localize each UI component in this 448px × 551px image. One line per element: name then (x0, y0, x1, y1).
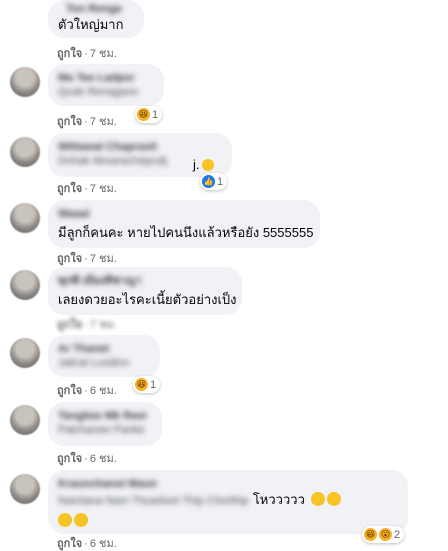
avatar[interactable] (10, 338, 40, 368)
comment-bubble: Kraunchanol Maun Namtana Nam Thuarbort T… (48, 470, 408, 534)
like-link[interactable]: ถูกใจ (57, 453, 82, 465)
comment-actions: ถูกใจ · 6 ชม. (57, 384, 117, 398)
comment-actions: ถูกใจ · 7 ชม. (57, 115, 117, 129)
emoji-icon (327, 492, 342, 506)
reaction-summary[interactable]: 👍 1 (200, 173, 228, 190)
timestamp[interactable]: 6 ชม. (90, 385, 117, 397)
avatar[interactable] (10, 203, 40, 233)
comment-actions: ถูกใจ · 6 ชม. (57, 452, 117, 466)
separator: · (84, 116, 88, 128)
comment-actions: ถูกใจ · 7 ชม. (57, 182, 117, 196)
separator: · (84, 319, 88, 331)
comment-text: Jakrat Lusdinn (58, 357, 130, 369)
comment-actions: ถูกใจ · 7 ชม. (57, 318, 117, 332)
timestamp[interactable]: 6 ชม. (90, 538, 117, 550)
reaction-count: 1 (217, 175, 224, 188)
timestamp[interactable]: 7 ชม. (90, 319, 117, 331)
wow-reaction-icon: 😮 (379, 528, 392, 541)
comment-bubble: พุกพี เมืองทิชาญา เลยงดวยอะไรคะเนี้ยตัวอ… (48, 267, 242, 315)
comment-text: ตัวใหญ่มาก (58, 17, 124, 32)
comment-bubble: Ma Tee Ladpor Quak Renagaoo (48, 64, 164, 106)
emoji-icon (311, 492, 326, 506)
emoji-icon (58, 513, 72, 527)
avatar[interactable] (10, 474, 40, 504)
separator: · (84, 453, 88, 465)
timestamp[interactable]: 7 ชม. (90, 253, 117, 265)
like-link[interactable]: ถูกใจ (57, 48, 82, 60)
commenter-name[interactable]: Waaal (58, 207, 308, 221)
reaction-summary[interactable]: 😆 1 (135, 106, 163, 123)
commenter-name[interactable]: Tangkee Mk Reer (58, 409, 150, 423)
commenter-name[interactable]: Ma Tee Ladpor (58, 71, 152, 85)
like-link[interactable]: ถูกใจ (57, 385, 82, 397)
comment-text: Patchanee Panke (58, 424, 145, 436)
haha-reaction-icon: 😆 (137, 108, 150, 121)
separator: · (84, 538, 88, 550)
like-link[interactable]: ถูกใจ (57, 538, 82, 550)
like-link[interactable]: ถูกใจ (57, 319, 82, 331)
comment-actions: ถูกใจ · 7 ชม. (57, 252, 117, 266)
separator: · (84, 48, 88, 60)
comment-bubble: Ton Renge ตัวใหญ่มาก (48, 0, 144, 38)
comment-text: Quak Renagaoo (58, 86, 139, 98)
commenter-name[interactable]: Kraunchanol Maun (58, 477, 396, 491)
comment-text: มีลูกก็คนคะ หายไปคนนึงแล้วหรือยัง 555555… (58, 225, 314, 240)
timestamp[interactable]: 7 ชม. (90, 183, 117, 195)
separator: · (84, 183, 88, 195)
commenter-name[interactable]: Wittawat Chaprasit (58, 140, 220, 154)
commenter-name[interactable]: Ar Thanet (58, 342, 148, 356)
avatar[interactable] (10, 405, 40, 435)
avatar[interactable] (10, 137, 40, 167)
timestamp[interactable]: 7 ชม. (90, 48, 117, 60)
inline-emoji-icon: j. (193, 157, 214, 172)
haha-reaction-icon: 😆 (135, 378, 148, 391)
comment-bubble: Waaal มีลูกก็คนคะ หายไปคนนึงแล้วหรือยัง … (48, 200, 320, 248)
like-link[interactable]: ถูกใจ (57, 253, 82, 265)
reaction-count: 1 (150, 378, 157, 391)
reaction-count: 2 (394, 528, 401, 541)
comment-actions: ถูกใจ · 6 ชม. (57, 537, 117, 551)
timestamp[interactable]: 6 ชม. (90, 453, 117, 465)
comment-text: โหววววว (252, 492, 305, 507)
commenter-name[interactable]: Ton Renge (66, 2, 132, 16)
avatar[interactable] (10, 270, 40, 300)
emoji-icon (74, 513, 88, 527)
avatar[interactable] (10, 67, 40, 97)
like-reaction-icon: 👍 (202, 175, 215, 188)
comment-actions: ถูกใจ · 7 ชม. (57, 47, 117, 61)
comment-text: เลยงดวยอะไรคะเนี้ยตัวอย่างเป็ง (58, 292, 237, 307)
like-link[interactable]: ถูกใจ (57, 183, 82, 195)
timestamp[interactable]: 7 ชม. (90, 116, 117, 128)
reaction-summary[interactable]: 😆 1 (133, 376, 161, 393)
separator: · (84, 253, 88, 265)
separator: · (84, 385, 88, 397)
commenter-tagged-name[interactable]: Namtana Nam Thuarbort Thip Chorthip (58, 494, 248, 508)
reaction-summary[interactable]: 😆 😮 2 (362, 526, 405, 543)
haha-reaction-icon: 😆 (364, 528, 377, 541)
comment-bubble: Tangkee Mk Reer Patchanee Panke (48, 402, 162, 446)
comment-bubble: Ar Thanet Jakrat Lusdinn (48, 335, 160, 377)
commenter-name[interactable]: พุกพี เมืองทิชาญา (58, 274, 230, 288)
like-link[interactable]: ถูกใจ (57, 116, 82, 128)
reaction-count: 1 (152, 108, 159, 121)
